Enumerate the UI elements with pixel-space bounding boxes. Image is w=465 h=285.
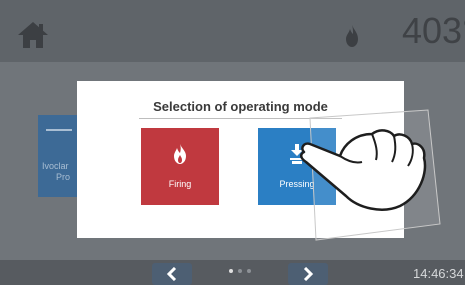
temperature-readout: 403° (402, 10, 465, 51)
page-dot (238, 269, 242, 273)
chevron-right-icon (303, 267, 314, 281)
program-logo (46, 129, 72, 139)
pressing-label: Pressing (279, 179, 315, 189)
page-dot (229, 269, 233, 273)
flame-icon (346, 25, 358, 47)
chevron-left-icon (166, 267, 177, 281)
firing-mode-button[interactable]: Firing (141, 128, 219, 205)
press-icon (290, 144, 304, 164)
status-bar: 403° (0, 0, 465, 62)
previous-page-button[interactable] (152, 263, 192, 285)
page-dot (247, 269, 251, 273)
home-icon[interactable] (16, 20, 50, 50)
firing-label: Firing (168, 179, 192, 189)
next-page-button[interactable] (288, 263, 328, 285)
oven-display: 403° Ivoclar Pro 14:46:34 Selection of o… (0, 0, 465, 285)
divider (139, 118, 342, 119)
dialog-title: Selection of operating mode (153, 99, 328, 114)
program-card-line: Pro (56, 172, 71, 182)
program-card-line: Ivoclar (42, 161, 69, 171)
clock: 14:46:34 (413, 266, 464, 281)
page-indicator (229, 269, 251, 273)
flame-icon (174, 144, 186, 164)
operating-mode-dialog: Selection of operating mode Firing Press… (77, 81, 404, 238)
pressing-mode-button[interactable]: Pressing (258, 128, 336, 205)
background-program-card: Ivoclar Pro (38, 115, 82, 197)
